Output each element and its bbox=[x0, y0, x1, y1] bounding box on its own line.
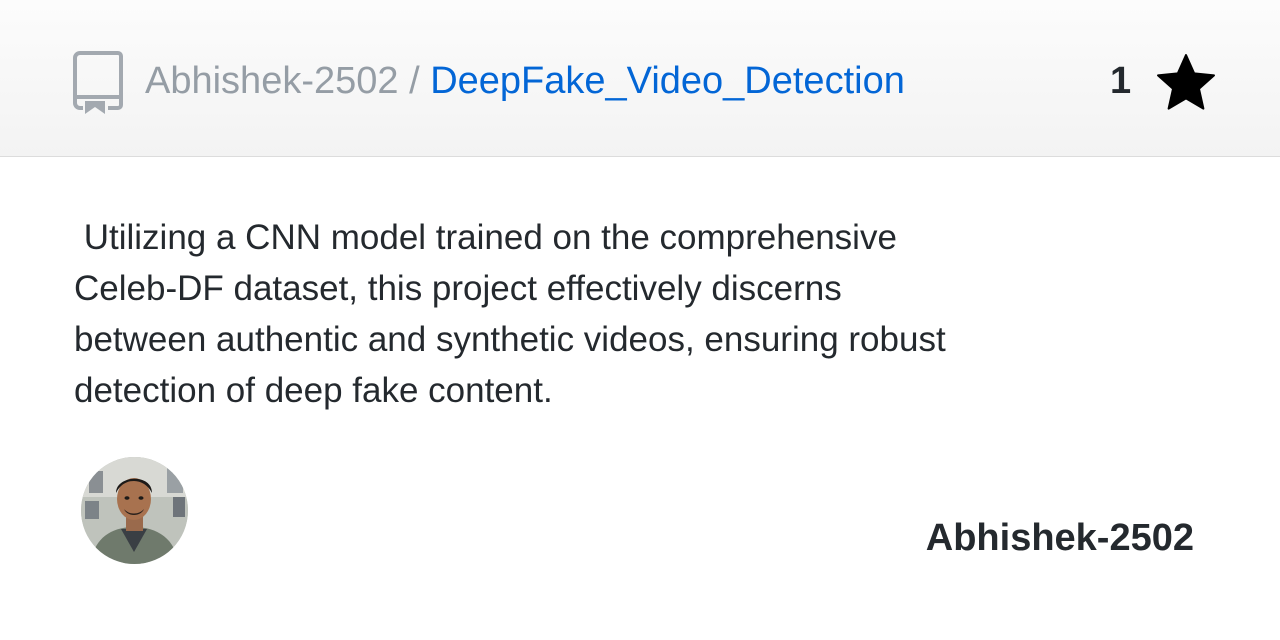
repo-social-card: Abhishek-2502 / DeepFake_Video_Detection… bbox=[0, 0, 1280, 640]
star-icon[interactable] bbox=[1156, 53, 1216, 111]
repo-owner-link[interactable]: Abhishek-2502 bbox=[145, 60, 399, 102]
star-count: 1 bbox=[1110, 60, 1132, 102]
avatar-photo bbox=[81, 457, 188, 564]
path-separator: / bbox=[398, 60, 431, 102]
card-header: Abhishek-2502 / DeepFake_Video_Detection… bbox=[0, 0, 1280, 157]
repo-description: Utilizing a CNN model trained on the com… bbox=[74, 218, 946, 410]
user-avatar[interactable] bbox=[81, 457, 188, 564]
repo-name-link[interactable]: DeepFake_Video_Detection bbox=[430, 60, 905, 102]
repo-book-icon bbox=[73, 51, 123, 114]
owner-username: Abhishek-2502 bbox=[925, 517, 1194, 559]
repo-title: Abhishek-2502 / DeepFake_Video_Detection bbox=[145, 58, 905, 104]
